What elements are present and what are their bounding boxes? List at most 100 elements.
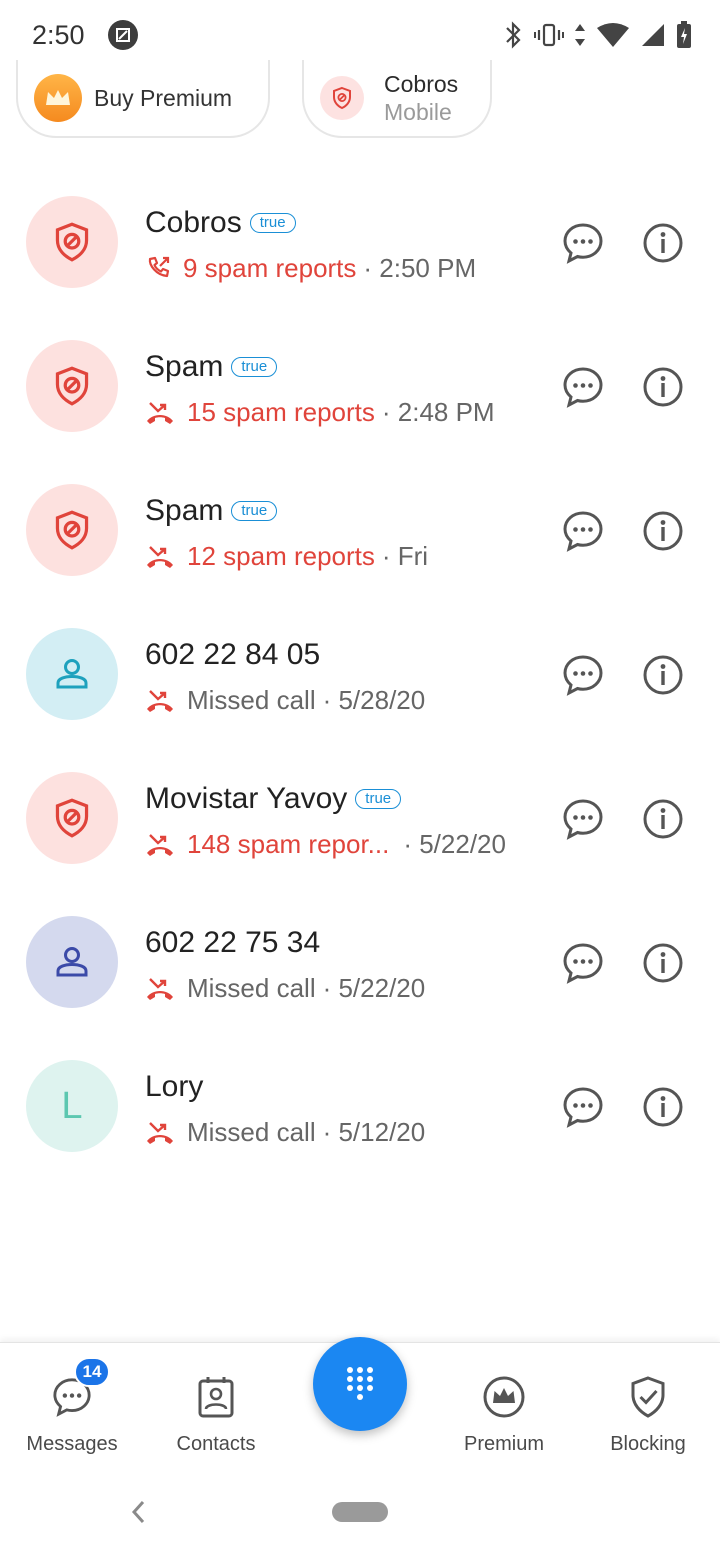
crown-icon [34, 74, 82, 122]
spam-avatar [26, 196, 118, 288]
nav-messages[interactable]: 14 Messages [0, 1343, 144, 1456]
info-icon[interactable] [642, 510, 684, 552]
spam-shield-icon [320, 76, 364, 120]
battery-charging-icon [677, 21, 691, 48]
call-time: · 2:48 PM [381, 396, 495, 427]
call-time: · 5/12/20 [322, 1116, 426, 1147]
system-navigation-bar [0, 1466, 720, 1560]
info-icon[interactable] [642, 798, 684, 840]
top-chips: Buy Premium Cobros Mobile [0, 60, 720, 140]
screenshot-notification-icon [108, 20, 138, 50]
contact-avatar [26, 628, 118, 720]
caller-name: Spam [145, 494, 224, 527]
call-detail: 12 spam reports [187, 540, 375, 571]
caller-name: Cobros [145, 206, 242, 239]
nav-blocking-label: Blocking [610, 1433, 686, 1455]
call-time: · 5/22/20 [403, 828, 506, 859]
cobros-chip-sub: Mobile [384, 99, 452, 125]
spam-shield-icon [55, 510, 89, 550]
call-row-movistar[interactable]: Movistar Yavoy true 148 spam repor... · … [0, 746, 720, 890]
dialpad-icon [347, 1367, 373, 1400]
missed-call-icon [145, 1119, 175, 1145]
data-arrows-icon [575, 24, 585, 46]
verified-tag: true [355, 789, 402, 809]
message-icon[interactable] [562, 1086, 604, 1128]
buy-premium-chip[interactable]: Buy Premium [16, 60, 270, 138]
nav-blocking[interactable]: Blocking [576, 1343, 720, 1456]
nav-premium[interactable]: Premium [432, 1343, 576, 1456]
caller-name: Movistar Yavoy [145, 782, 348, 815]
call-row-lory[interactable]: L Lory Missed call · 5/12/20 [0, 1034, 720, 1178]
call-time: · 5/28/20 [322, 684, 426, 715]
info-icon[interactable] [642, 222, 684, 264]
call-detail: Missed call [187, 972, 316, 1003]
missed-call-icon [145, 975, 175, 1001]
spam-avatar [26, 340, 118, 432]
call-detail: 15 spam reports [187, 396, 375, 427]
avatar-letter: L [61, 1084, 83, 1127]
missed-call-icon [145, 543, 175, 569]
person-icon [56, 947, 88, 977]
call-row-spam[interactable]: Spam true 15 spam reports · 2:48 PM [0, 314, 720, 458]
unread-badge: 14 [74, 1357, 110, 1387]
call-detail: 9 spam reports [183, 252, 357, 283]
buy-premium-label: Buy Premium [94, 84, 233, 111]
message-icon[interactable] [562, 942, 604, 984]
nav-contacts-label: Contacts [176, 1433, 256, 1455]
vibrate-icon [534, 23, 564, 47]
spam-shield-icon [55, 366, 89, 406]
message-icon[interactable] [562, 798, 604, 840]
call-row-number[interactable]: 602 22 84 05 Missed call · 5/28/20 [0, 602, 720, 746]
missed-call-icon [145, 831, 175, 857]
caller-name: 602 22 84 05 [145, 638, 321, 671]
call-row-number[interactable]: 602 22 75 34 Missed call · 5/22/20 [0, 890, 720, 1034]
caller-name: 602 22 75 34 [145, 926, 321, 959]
message-icon[interactable] [562, 654, 604, 696]
call-time: · 2:50 PM [363, 252, 477, 283]
cobros-chip-name: Cobros [384, 71, 459, 97]
verified-tag: true [231, 357, 278, 377]
message-icon[interactable] [562, 510, 604, 552]
back-icon[interactable] [126, 1496, 152, 1533]
verified-tag: true [249, 213, 296, 233]
bottom-navigation: 14 Messages Contacts Premium Blocking [0, 1337, 720, 1466]
person-icon [56, 659, 88, 689]
spam-shield-icon [55, 798, 89, 838]
home-pill[interactable] [332, 1502, 388, 1522]
status-time: 2:50 [32, 20, 85, 50]
nav-premium-label: Premium [463, 1433, 544, 1455]
call-history-list: Cobros true 9 spam reports · 2:50 PM Spa… [0, 170, 720, 1178]
outgoing-call-icon [145, 255, 171, 281]
info-icon[interactable] [642, 654, 684, 696]
premium-crown-icon [483, 1376, 525, 1418]
dialpad-button[interactable] [313, 1337, 407, 1431]
call-time: · 5/22/20 [322, 972, 426, 1003]
message-icon[interactable] [562, 222, 604, 264]
call-time: · Fri [381, 540, 429, 571]
contact-avatar: L [26, 1060, 118, 1152]
contacts-icon [198, 1377, 234, 1418]
call-row-cobros[interactable]: Cobros true 9 spam reports · 2:50 PM [0, 170, 720, 314]
missed-call-icon [145, 399, 175, 425]
info-icon[interactable] [642, 1086, 684, 1128]
verified-tag: true [231, 501, 278, 521]
call-detail: Missed call [187, 1116, 316, 1147]
cell-signal-icon [642, 24, 664, 46]
call-row-spam[interactable]: Spam true 12 spam reports · Fri [0, 458, 720, 602]
cobros-mobile-chip[interactable]: Cobros Mobile [302, 60, 492, 138]
caller-name: Lory [145, 1070, 204, 1103]
info-icon[interactable] [642, 942, 684, 984]
bluetooth-icon [506, 21, 521, 49]
call-detail: 148 spam repor... [187, 828, 390, 859]
wifi-icon [597, 23, 629, 47]
blocking-shield-icon [631, 1376, 665, 1418]
info-icon[interactable] [642, 366, 684, 408]
message-icon[interactable] [562, 366, 604, 408]
spam-avatar [26, 484, 118, 576]
nav-messages-label: Messages [26, 1433, 118, 1455]
caller-name: Spam [145, 350, 224, 383]
spam-avatar [26, 772, 118, 864]
spam-shield-icon [55, 222, 89, 262]
call-detail: Missed call [187, 684, 316, 715]
nav-contacts[interactable]: Contacts [144, 1343, 288, 1456]
